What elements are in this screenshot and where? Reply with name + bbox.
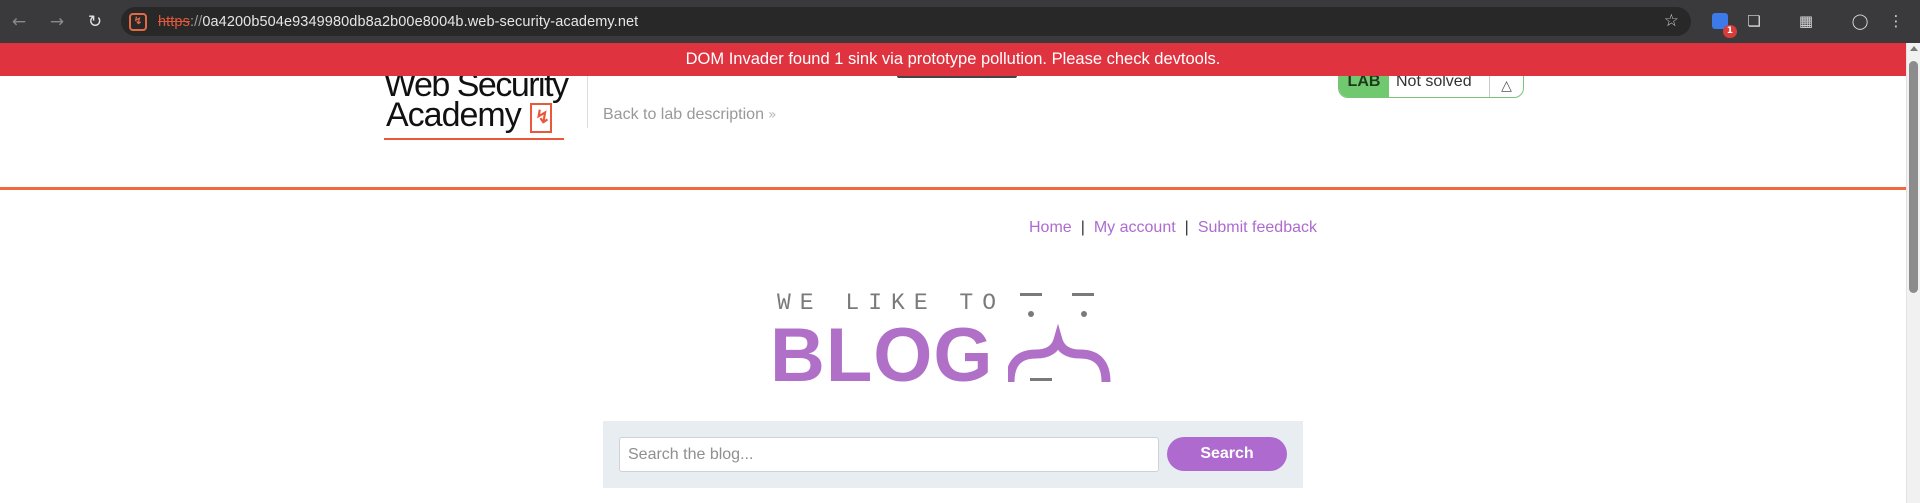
nav-submit-feedback-link[interactable]: Submit feedback [1198, 219, 1317, 236]
lab-badge: LAB [1339, 76, 1389, 97]
url-host: 0a4200b504e9349980db8a2b00e8004b.web-sec… [202, 13, 639, 30]
lab-title-clipped [897, 76, 1017, 78]
profile-icon[interactable]: ◯ [1849, 10, 1871, 32]
site-info-icon[interactable]: ↯ [129, 12, 147, 31]
browser-toolbar: ← → ↻ ↯ https://0a4200b504e9349980db8a2b… [0, 0, 1920, 43]
page-scrollbar[interactable] [1906, 43, 1920, 503]
nav-separator: | [1184, 219, 1189, 236]
face-icon [1008, 288, 1128, 388]
menu-icon[interactable]: ⋮ [1885, 10, 1907, 32]
blog-banner: WE LIKE TO BLOG [770, 288, 1130, 398]
forward-icon[interactable]: → [38, 0, 76, 43]
nav-my-account-link[interactable]: My account [1094, 219, 1176, 236]
dom-invader-banner: DOM Invader found 1 sink via prototype p… [0, 43, 1906, 76]
blog-nav: Home | My account | Submit feedback [1029, 219, 1317, 237]
url-protocol: https [158, 13, 190, 30]
beaker-icon: △ [1489, 76, 1523, 97]
header-divider [587, 76, 588, 128]
url-text[interactable]: https://0a4200b504e9349980db8a2b00e8004b… [158, 14, 638, 30]
nav-home-link[interactable]: Home [1029, 219, 1072, 236]
extension-badge: 1 [1722, 25, 1737, 38]
lab-status-widget: LAB Not solved △ [1338, 76, 1524, 98]
cast-icon[interactable]: ▦ [1795, 10, 1817, 32]
scroll-up-icon[interactable] [1910, 46, 1918, 51]
back-link-label: Back to lab description [603, 106, 764, 123]
url-separator: :// [189, 13, 203, 30]
search-button[interactable]: Search [1167, 437, 1287, 471]
banner-title: BLOG [770, 313, 994, 398]
star-icon[interactable]: ☆ [1664, 11, 1679, 31]
logo-line2: Academy [386, 96, 522, 134]
lab-header: Web Security Academy ↯ Back to lab descr… [0, 76, 1906, 190]
search-input[interactable] [619, 437, 1159, 472]
back-to-lab-link[interactable]: Back to lab description» [603, 106, 777, 124]
logo-bolt-icon: ↯ [530, 103, 552, 133]
back-icon[interactable]: ← [0, 0, 38, 43]
reload-icon[interactable]: ↻ [76, 0, 114, 43]
address-bar[interactable]: ↯ https://0a4200b504e9349980db8a2b00e800… [121, 7, 1691, 36]
dom-invader-icon[interactable]: 1 [1709, 10, 1737, 38]
double-chevron-icon: » [767, 107, 777, 123]
lab-status-text: Not solved [1396, 76, 1472, 90]
academy-logo[interactable]: Web Security Academy ↯ [384, 76, 584, 146]
nav-separator: | [1080, 219, 1085, 236]
search-panel: Search [603, 421, 1303, 488]
logo-underline [384, 138, 564, 140]
dom-invader-message: DOM Invader found 1 sink via prototype p… [685, 50, 1221, 68]
scroll-thumb[interactable] [1909, 61, 1918, 293]
extensions-icon[interactable]: ❏ [1743, 10, 1765, 32]
